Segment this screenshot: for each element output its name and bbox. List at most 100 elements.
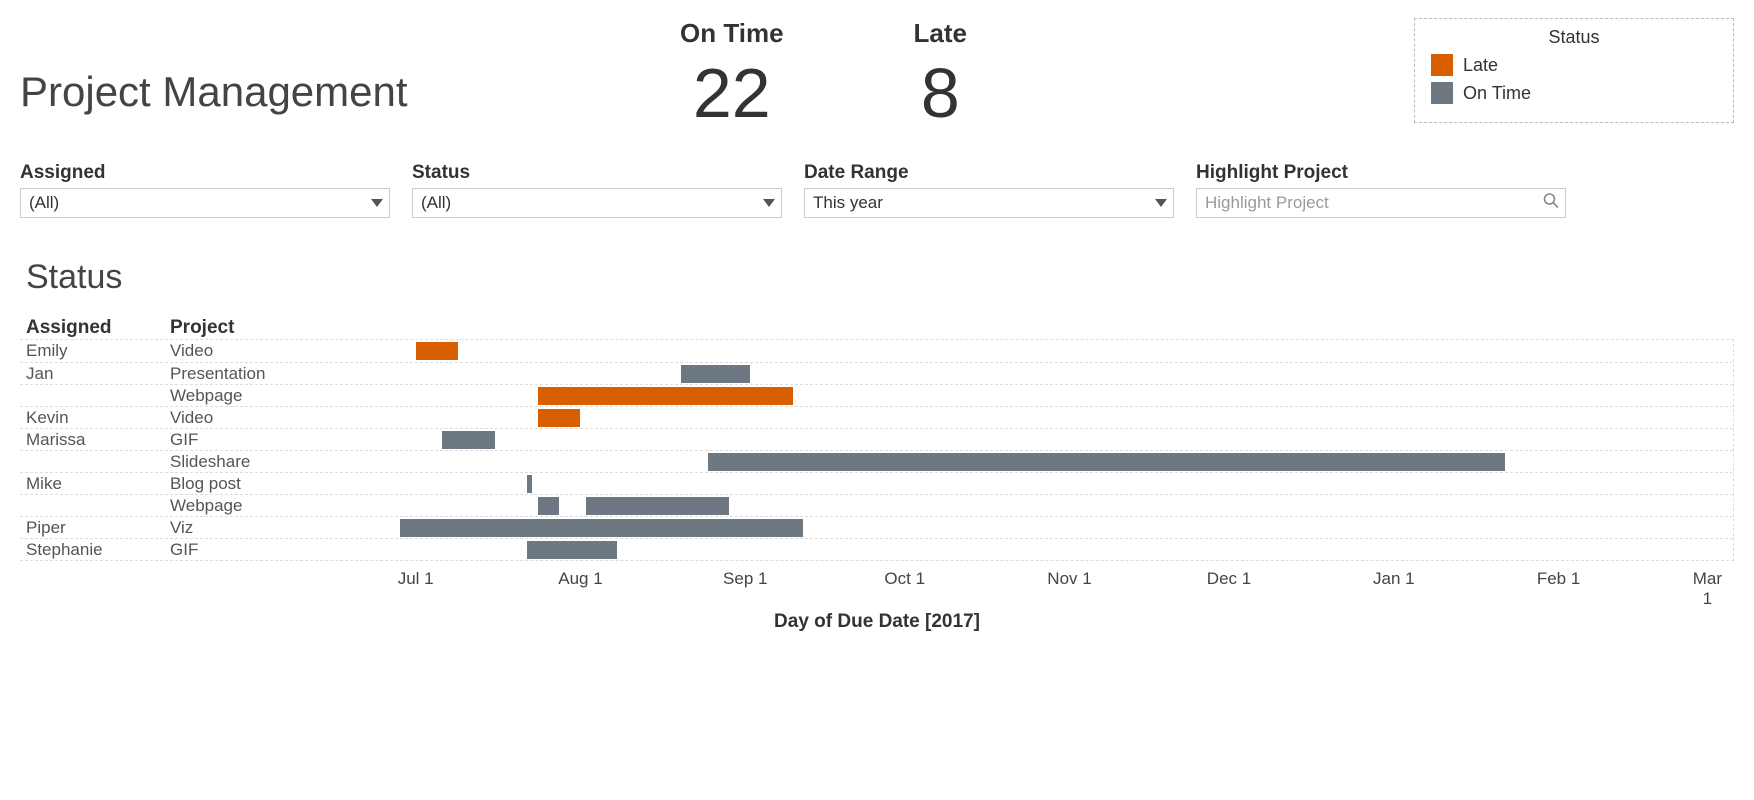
x-axis: Jul 1 Aug 1 Sep 1 Oct 1 Nov 1 Dec 1 Jan 1 Feb 1… [320,561,1734,589]
header: Project Management On Time 22 Late 8 Sta… [20,18,1734,132]
axis-tick: Dec 1 [1207,569,1251,589]
filter-status: Status (All) [412,162,782,218]
legend-label-ontime: On Time [1463,83,1531,104]
legend-swatch-late [1431,54,1453,76]
axis-tick: Oct 1 [884,569,925,589]
page-title: Project Management [20,68,580,116]
table-row: KevinVideo [20,406,1733,428]
table-row: StephanieGIF [20,538,1733,560]
cell-assigned: Piper [20,517,170,538]
daterange-value: This year [813,193,883,213]
axis-tick: Sep 1 [723,569,767,589]
axis-tick: Jul 1 [398,569,434,589]
gantt-bar[interactable] [538,387,793,405]
track [320,539,1733,560]
legend-item-late[interactable]: Late [1431,54,1717,76]
col-header-assigned: Assigned [20,317,170,339]
kpi-group: On Time 22 Late 8 [680,18,967,132]
gantt-rows: EmilyVideoJanPresentationWebpageKevinVid… [20,339,1734,561]
gantt-bar[interactable] [527,541,617,559]
daterange-select[interactable]: This year [804,188,1174,218]
track [320,407,1733,428]
cell-project: Presentation [170,363,320,384]
table-row: Webpage [20,384,1733,406]
track [320,385,1733,406]
track [320,451,1733,472]
track [320,495,1733,516]
cell-project: Webpage [170,385,320,406]
cell-assigned: Emily [20,340,170,362]
table-row: Slideshare [20,450,1733,472]
gantt-bar[interactable] [400,519,804,537]
assigned-value: (All) [29,193,59,213]
cell-assigned [20,385,170,406]
axis-tick: Nov 1 [1047,569,1091,589]
filter-highlight-label: Highlight Project [1196,162,1566,184]
axis-tick: Feb 1 [1537,569,1580,589]
table-row: EmilyVideo [20,340,1733,362]
cell-assigned: Jan [20,363,170,384]
gantt-bar[interactable] [538,409,580,427]
cell-assigned: Marissa [20,429,170,450]
table-row: JanPresentation [20,362,1733,384]
cell-project: Video [170,407,320,428]
filter-status-label: Status [412,162,782,184]
kpi-ontime-label: On Time [680,18,784,49]
cell-project: Video [170,340,320,362]
status-value: (All) [421,193,451,213]
search-icon [1543,193,1559,214]
gantt-bar[interactable] [416,342,458,360]
filters: Assigned (All) Status (All) Date Range T… [20,162,1734,218]
kpi-late-value: 8 [914,55,967,132]
axis-tick: Jan 1 [1373,569,1415,589]
chevron-down-icon [1155,199,1167,207]
gantt-bar[interactable] [527,475,532,493]
track [320,473,1733,494]
cell-project: Slideshare [170,451,320,472]
chevron-down-icon [371,199,383,207]
cell-project: GIF [170,429,320,450]
kpi-late: Late 8 [914,18,967,132]
column-headers: Assigned Project [20,317,1734,339]
cell-project: Blog post [170,473,320,494]
assigned-select[interactable]: (All) [20,188,390,218]
table-row: MarissaGIF [20,428,1733,450]
table-row: Webpage [20,494,1733,516]
chevron-down-icon [763,199,775,207]
track [320,517,1733,538]
table-row: PiperViz [20,516,1733,538]
legend-item-ontime[interactable]: On Time [1431,82,1717,104]
kpi-ontime: On Time 22 [680,18,784,132]
cell-project: Webpage [170,495,320,516]
gantt-bar[interactable] [708,453,1505,471]
legend-title: Status [1431,27,1717,48]
track [320,429,1733,450]
filter-daterange: Date Range This year [804,162,1174,218]
kpi-late-label: Late [914,18,967,49]
axis-tick: Mar 1 [1693,569,1722,609]
gantt-bar[interactable] [442,431,495,449]
gantt-bar[interactable] [586,497,729,515]
table-row: MikeBlog post [20,472,1733,494]
legend: Status Late On Time [1414,18,1734,123]
track [320,340,1733,362]
track [320,363,1733,384]
cell-assigned [20,451,170,472]
gantt-bar[interactable] [538,497,559,515]
gantt-bar[interactable] [681,365,750,383]
axis-tick: Aug 1 [558,569,602,589]
filter-assigned: Assigned (All) [20,162,390,218]
cell-assigned: Stephanie [20,539,170,560]
cell-assigned: Kevin [20,407,170,428]
kpi-ontime-value: 22 [680,55,784,132]
cell-project: Viz [170,517,320,538]
filter-highlight: Highlight Project Highlight Project [1196,162,1566,218]
cell-assigned: Mike [20,473,170,494]
cell-assigned [20,495,170,516]
col-header-project: Project [170,317,320,339]
cell-project: GIF [170,539,320,560]
legend-swatch-ontime [1431,82,1453,104]
filter-assigned-label: Assigned [20,162,390,184]
highlight-input[interactable]: Highlight Project [1196,188,1566,218]
status-select[interactable]: (All) [412,188,782,218]
